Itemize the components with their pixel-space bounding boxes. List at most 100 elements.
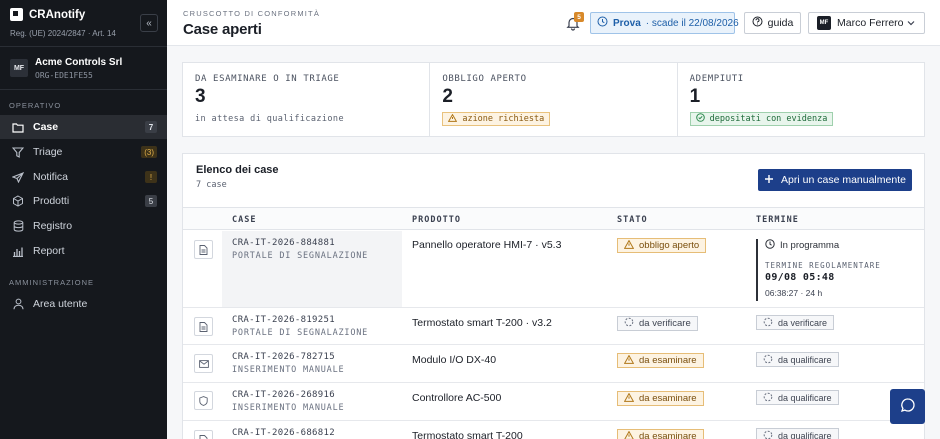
status-badge: da esaminare (617, 429, 704, 439)
brand[interactable]: CRAnotify (10, 8, 85, 21)
breadcrumb: CRUSCOTTO DI CONFORMITÀ (183, 9, 321, 18)
case-id[interactable]: CRA-IT-2026-268916 (232, 390, 335, 400)
org-id: ORG-EDE1FE55 (35, 71, 93, 80)
case-id[interactable]: CRA-IT-2026-819251 (232, 315, 335, 325)
alert-badge: ! (145, 171, 157, 183)
user-icon (12, 298, 24, 310)
case-source: INSERIMENTO MANUALE (232, 403, 345, 413)
deadline-schedule: In programma TERMINE REGOLAMENTARE 09/08… (756, 239, 906, 301)
sidebar-item-label: Prodotti (33, 195, 70, 207)
trial-status-badge[interactable]: Prova · scade il 22/08/2026 (590, 12, 739, 34)
top-header: CRUSCOTTO DI CONFORMITÀ Case aperti 5 Pr… (167, 0, 940, 46)
brand-name: CRAnotify (29, 8, 86, 21)
org-name: Acme Controls Srl (35, 57, 123, 68)
collapse-sidebar-button[interactable]: « (140, 14, 158, 32)
user-menu-button[interactable]: MF Marco Ferrero (808, 12, 925, 34)
document-icon (194, 430, 213, 439)
list-count: 7 case (196, 180, 227, 190)
warning-icon (448, 113, 458, 125)
sidebar-item-area-utente[interactable]: Area utente (0, 292, 167, 316)
double-chevron-left-icon: « (146, 17, 152, 29)
guide-button[interactable]: guida (744, 12, 801, 34)
stat-subtitle: in attesa di qualificazione (195, 114, 344, 124)
stat-obbligo-aperto[interactable]: OBBLIGO APERTO 2 azione richiesta (430, 63, 678, 136)
sidebar-item-case[interactable]: Case 7 (0, 115, 167, 139)
stat-adempiuti[interactable]: ADEMPIUTI 1 depositati con evidenza (678, 63, 924, 136)
loading-icon (763, 317, 773, 329)
column-header-case[interactable]: CASE (232, 215, 256, 225)
case-source: PORTALE DI SEGNALAZIONE (232, 251, 369, 261)
deadline-badge: da qualificare (756, 390, 839, 405)
table-row[interactable]: CRA-IT-2026-686812 Termostato smart T-20… (183, 421, 924, 439)
case-id[interactable]: CRA-IT-2026-686812 (232, 428, 335, 438)
product-name: Termostato smart T-200 · v3.2 (412, 317, 552, 329)
status-badge-label: depositati con evidenza (709, 114, 828, 124)
sidebar-item-label: Report (33, 245, 65, 257)
guide-label: guida (767, 17, 794, 29)
stat-value: 1 (689, 86, 701, 107)
status-badge-label: azione richiesta (462, 114, 545, 124)
deadline-badge: da qualificare (756, 352, 839, 367)
table-row[interactable]: CRA-IT-2026-884881 PORTALE DI SEGNALAZIO… (183, 231, 924, 308)
stat-value: 2 (442, 86, 453, 107)
database-icon (12, 220, 24, 232)
product-name: Modulo I/O DX-40 (412, 354, 497, 366)
chevron-down-icon (906, 18, 916, 31)
chat-support-button[interactable] (890, 389, 925, 424)
trial-expiry: · scade il 22/08/2026 (645, 17, 739, 29)
stat-da-esaminare[interactable]: DA ESAMINARE O IN TRIAGE 3 in attesa di … (183, 63, 431, 136)
sidebar-item-label: Area utente (33, 298, 88, 310)
count-badge: 5 (145, 195, 157, 207)
status-badge: da esaminare (617, 353, 704, 368)
table-header: CASE PRODOTTO STATO TERMINE (183, 207, 924, 230)
deadline-label: da verificare (778, 317, 828, 328)
count-badge: (3) (141, 146, 157, 158)
status-badge: depositati con evidenza (689, 112, 834, 126)
section-label-operativo: OPERATIVO (9, 101, 62, 110)
loading-icon (763, 430, 773, 439)
sidebar: CRAnotify Reg. (UE) 2024/2847 · Art. 14 … (0, 0, 167, 439)
column-header-termine[interactable]: TERMINE (756, 215, 799, 225)
deadline-label: da qualificare (778, 354, 832, 365)
stat-label: DA ESAMINARE O IN TRIAGE (195, 74, 340, 84)
sidebar-item-notifica[interactable]: Notifica ! (0, 165, 167, 189)
table-row[interactable]: CRA-IT-2026-782715 INSERIMENTO MANUALE M… (183, 345, 924, 383)
stat-value: 3 (195, 86, 206, 107)
logo-icon (10, 8, 23, 21)
status-label: da esaminare (639, 355, 697, 366)
new-case-label: Apri un case manualmente (781, 174, 906, 186)
case-id[interactable]: CRA-IT-2026-884881 (232, 238, 335, 248)
folder-icon (12, 121, 24, 133)
loading-icon (763, 354, 773, 366)
sidebar-item-triage[interactable]: Triage (3) (0, 140, 167, 164)
case-source: PORTALE DI SEGNALAZIONE (232, 328, 369, 338)
section-label-amministrazione: AMMINISTRAZIONE (9, 278, 95, 287)
sidebar-item-label: Notifica (33, 171, 69, 183)
new-case-button[interactable]: Apri un case manualmente (758, 169, 912, 191)
deadline-status: In programma (780, 240, 840, 251)
warning-icon (623, 430, 635, 439)
plus-icon (764, 174, 774, 187)
sidebar-item-registro[interactable]: Registro (0, 214, 167, 238)
status-badge: azione richiesta (442, 112, 551, 126)
status-badge: da esaminare (617, 391, 704, 406)
bar-chart-icon (12, 245, 24, 257)
user-name: Marco Ferrero (837, 17, 904, 29)
column-header-stato[interactable]: STATO (617, 215, 648, 225)
table-row[interactable]: CRA-IT-2026-819251 PORTALE DI SEGNALAZIO… (183, 308, 924, 345)
case-id[interactable]: CRA-IT-2026-782715 (232, 352, 335, 362)
status-label: da esaminare (639, 431, 697, 439)
product-name: Controllore AC-500 (412, 392, 502, 404)
status-badge: obbligo aperto (617, 238, 707, 253)
deadline-label: da qualificare (778, 430, 832, 439)
loading-icon (763, 392, 773, 404)
count-badge: 7 (145, 121, 157, 133)
table-row[interactable]: CRA-IT-2026-268916 INSERIMENTO MANUALE C… (183, 383, 924, 421)
sidebar-item-report[interactable]: Report (0, 239, 167, 263)
column-header-prodotto[interactable]: PRODOTTO (412, 215, 461, 225)
sidebar-item-prodotti[interactable]: Prodotti 5 (0, 189, 167, 213)
organization-switcher[interactable]: MF Acme Controls Srl ORG-EDE1FE55 (10, 57, 122, 80)
summary-stats: DA ESAMINARE O IN TRIAGE 3 in attesa di … (182, 62, 925, 137)
divider (0, 46, 167, 47)
trial-label: Prova (613, 17, 641, 29)
